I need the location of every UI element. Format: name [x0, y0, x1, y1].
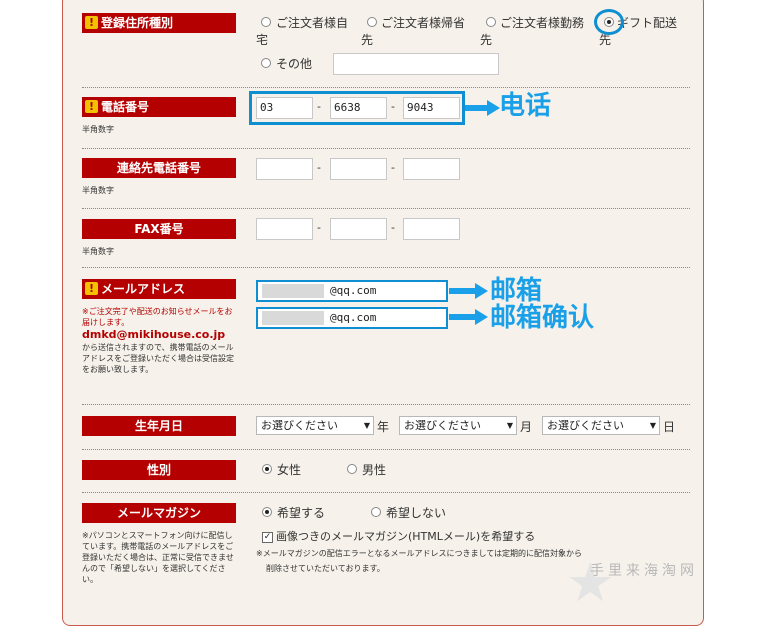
- address-other-input[interactable]: [333, 53, 499, 75]
- arrow-right-icon: [449, 283, 488, 299]
- radio-magazine-no[interactable]: [371, 507, 381, 517]
- radio-address-home[interactable]: [261, 17, 271, 27]
- fax-dash-2: -: [391, 221, 395, 234]
- birth-day-select[interactable]: お選びください ▼: [542, 416, 660, 435]
- address-home-text-2: 宅: [256, 33, 269, 47]
- gender-male-text: 男性: [362, 463, 387, 477]
- radio-address-other[interactable]: [261, 58, 271, 68]
- contact-phone-dash-1: -: [317, 161, 321, 174]
- radio-gender-female[interactable]: [262, 464, 272, 474]
- magazine-label: メールマガジン: [82, 503, 236, 523]
- watermark: 手里来海淘网: [590, 563, 698, 579]
- gender-label: 性別: [82, 460, 236, 480]
- address-gift-text: ギフト配送: [617, 16, 678, 30]
- fax-note: 半角数字: [82, 247, 114, 256]
- divider: [82, 404, 690, 405]
- radio-address-hometown[interactable]: [367, 17, 377, 27]
- highlight-circle: [594, 9, 624, 35]
- chevron-down-icon: ▼: [506, 421, 513, 430]
- blurred-text: [262, 284, 324, 298]
- email-note-prefix: ※ご注文完了や配送のお知らせメールをお届けします。: [82, 307, 233, 327]
- fax-label: FAX番号: [82, 219, 236, 239]
- email-note-suffix: から送信されますので、携帯電話のメールアドレスをご登録いただく場合は受信設定をお…: [82, 343, 234, 374]
- contact-phone-part-1[interactable]: [256, 158, 313, 180]
- birthday-label: 生年月日: [82, 416, 236, 436]
- fax-part-3[interactable]: [403, 218, 460, 240]
- month-unit: 月: [520, 420, 533, 434]
- divider: [82, 208, 690, 209]
- address-other-text: その他: [276, 57, 313, 71]
- divider: [82, 148, 690, 149]
- blurred-text: [262, 311, 324, 325]
- birth-month-select[interactable]: お選びください ▼: [399, 416, 517, 435]
- address-hometown-text: ご注文者様帰省: [381, 16, 466, 30]
- contact-phone-note: 半角数字: [82, 186, 114, 195]
- email-note-address: dmkd@mikihouse.co.jp: [82, 328, 226, 341]
- email-label: ! メールアドレス: [82, 279, 236, 299]
- contact-phone-part-3[interactable]: [403, 158, 460, 180]
- required-icon: !: [85, 282, 98, 295]
- radio-magazine-yes[interactable]: [262, 507, 272, 517]
- magazine-left-note: ※パソコンとスマートフォン向けに配信しています。携帯電話のメールアドレスをご登録…: [82, 531, 234, 584]
- chevron-down-icon: ▼: [363, 421, 370, 430]
- fax-part-1[interactable]: [256, 218, 313, 240]
- chevron-down-icon: ▼: [649, 421, 656, 430]
- phone-annotation: 电话: [499, 91, 552, 121]
- day-unit: 日: [663, 420, 676, 434]
- address-type-label: ! 登録住所種別: [82, 13, 236, 33]
- magazine-error-note-2: 削除させていただいております。: [266, 564, 385, 573]
- address-hometown-text-2: 先: [361, 33, 374, 47]
- divider: [82, 492, 690, 493]
- email-note: ※ご注文完了や配送のお知らせメールをお届けします。 dmkd@mikihouse…: [82, 306, 240, 375]
- required-icon: !: [85, 100, 98, 113]
- html-mail-checkbox-label: 画像つきのメールマガジン(HTMLメール)を希望する: [276, 530, 536, 543]
- required-icon: !: [85, 16, 98, 29]
- magazine-yes-text: 希望する: [277, 506, 326, 520]
- email-confirm-annotation: 邮箱确认: [490, 303, 595, 333]
- divider: [82, 449, 690, 450]
- contact-phone-part-2[interactable]: [330, 158, 387, 180]
- fax-part-2[interactable]: [330, 218, 387, 240]
- magazine-no-text: 希望しない: [386, 506, 447, 520]
- phone-note: 半角数字: [82, 125, 114, 134]
- radio-address-work[interactable]: [486, 17, 496, 27]
- year-unit: 年: [377, 420, 390, 434]
- phone-highlight-box: [249, 91, 465, 125]
- address-work-text: ご注文者様勤務: [500, 16, 585, 30]
- divider: [82, 87, 690, 88]
- gender-female-text: 女性: [277, 463, 302, 477]
- address-home-text: ご注文者様自: [276, 16, 349, 30]
- phone-label: ! 電話番号: [82, 97, 236, 117]
- html-mail-checkbox[interactable]: ✓: [262, 532, 273, 543]
- contact-phone-dash-2: -: [391, 161, 395, 174]
- radio-gender-male[interactable]: [347, 464, 357, 474]
- birth-year-select[interactable]: お選びください ▼: [256, 416, 374, 435]
- email-annotation: 邮箱: [490, 276, 543, 306]
- magazine-error-note-1: ※メールマガジンの配信エラーとなるメールアドレスにつきましては定期的に配信対象か…: [256, 549, 583, 558]
- arrow-right-icon: [465, 100, 500, 116]
- fax-dash-1: -: [317, 221, 321, 234]
- divider: [82, 267, 690, 268]
- address-work-text-2: 先: [480, 33, 493, 47]
- contact-phone-label: 連絡先電話番号: [82, 158, 236, 178]
- arrow-right-icon: [449, 309, 488, 325]
